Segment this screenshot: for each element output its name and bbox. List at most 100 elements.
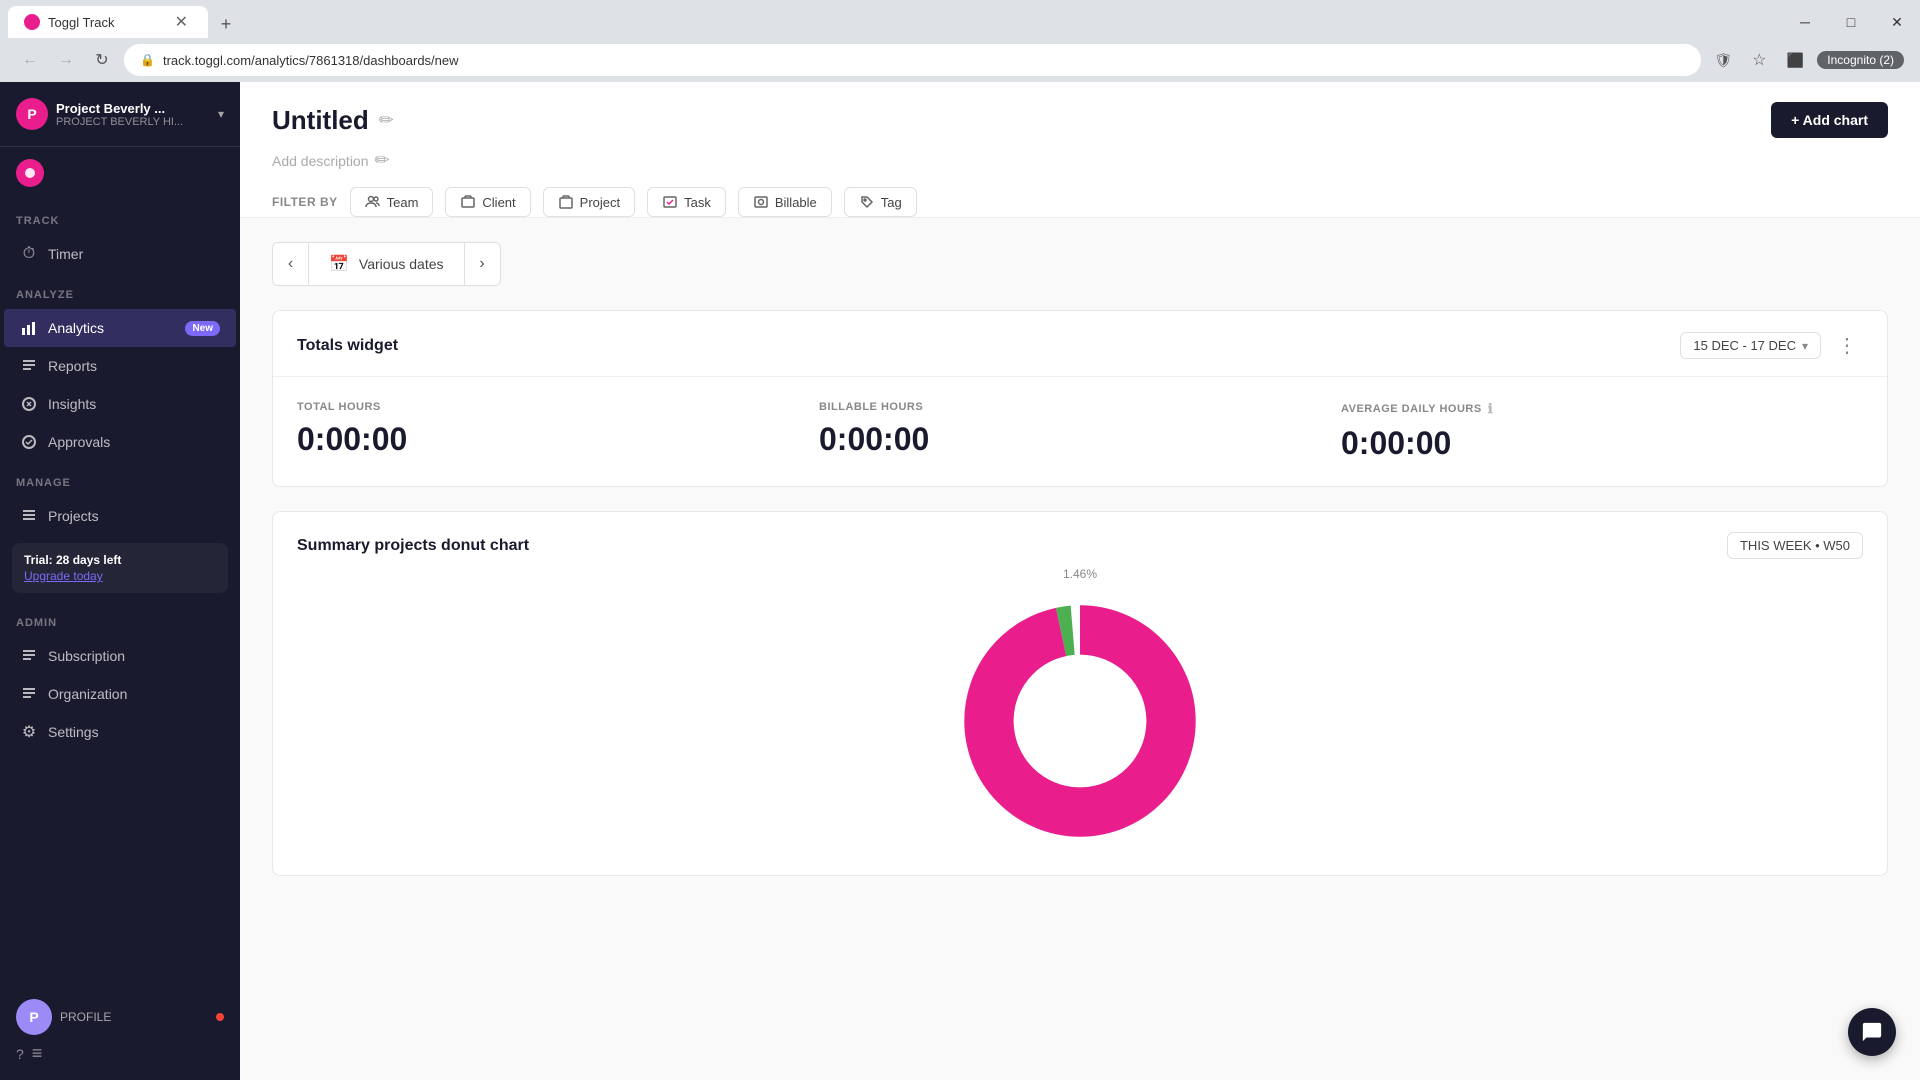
chat-widget-button[interactable] xyxy=(1848,1008,1896,1056)
tag-filter-button[interactable]: Tag xyxy=(844,187,917,217)
sidebar-item-insights[interactable]: Insights xyxy=(4,385,236,423)
date-range-bar: ‹ 📅 Various dates › xyxy=(272,242,1888,286)
collapse-icon[interactable]: ≡ xyxy=(32,1043,43,1064)
settings-icon: ⚙ xyxy=(20,723,38,741)
back-button[interactable]: ← xyxy=(16,46,44,74)
avatar[interactable]: P xyxy=(16,999,52,1035)
new-tab-button[interactable]: + xyxy=(212,10,240,38)
project-filter-label: Project xyxy=(580,195,620,210)
task-filter-button[interactable]: Task xyxy=(647,187,726,217)
totals-widget-body: TOTAL HOURS 0:00:00 BILLABLE HOURS 0:00:… xyxy=(273,377,1887,486)
window-controls: ─ □ ✕ xyxy=(1782,6,1920,38)
task-icon xyxy=(662,194,678,210)
sidebar-item-label-settings: Settings xyxy=(48,724,220,740)
tab-close-button[interactable]: ✕ xyxy=(171,10,192,34)
sidebar-item-label-insights: Insights xyxy=(48,396,220,412)
page-title-left: Untitled ✏ xyxy=(272,105,394,136)
minimize-button[interactable]: ─ xyxy=(1782,6,1828,38)
donut-widget-header: Summary projects donut chart THIS WEEK •… xyxy=(273,512,1887,575)
address-bar: ← → ↻ 🔒 track.toggl.com/analytics/786131… xyxy=(0,38,1920,82)
maximize-button[interactable]: □ xyxy=(1828,6,1874,38)
date-range-display[interactable]: 📅 Various dates xyxy=(308,242,465,286)
total-hours-value: 0:00:00 xyxy=(297,421,819,458)
billable-filter-label: Billable xyxy=(775,195,817,210)
description-text: Add description xyxy=(272,153,369,169)
workspace-sub: PROJECT BEVERLY HI... xyxy=(56,116,210,128)
active-tab[interactable]: Toggl Track ✕ xyxy=(8,6,208,38)
client-filter-button[interactable]: Client xyxy=(445,187,530,217)
billable-icon xyxy=(753,194,769,210)
forward-button[interactable]: → xyxy=(52,46,80,74)
insights-icon xyxy=(20,395,38,413)
refresh-button[interactable]: ↻ xyxy=(88,46,116,74)
sidebar-item-label-timer: Timer xyxy=(48,246,220,262)
sidebar-item-projects[interactable]: Projects xyxy=(4,497,236,535)
billable-hours-value: 0:00:00 xyxy=(819,421,1341,458)
url-text: track.toggl.com/analytics/7861318/dashbo… xyxy=(163,53,1685,68)
donut-percentage-label: 1.46% xyxy=(1063,567,1097,581)
project-filter-button[interactable]: Project xyxy=(543,187,635,217)
lock-icon: 🔒 xyxy=(140,53,155,67)
chevron-down-icon: ▾ xyxy=(218,107,224,121)
donut-widget-title: Summary projects donut chart xyxy=(297,537,529,555)
edit-title-icon[interactable]: ✏ xyxy=(379,110,394,131)
upgrade-link[interactable]: Upgrade today xyxy=(24,569,216,583)
filter-by-label: FILTER BY xyxy=(272,195,338,209)
content-area: ‹ 📅 Various dates › Totals widget 15 DEC… xyxy=(240,218,1920,1080)
sidebar-item-label-analytics: Analytics xyxy=(48,320,175,336)
client-icon xyxy=(460,194,476,210)
incognito-badge[interactable]: Incognito (2) xyxy=(1817,51,1904,69)
shield-icon[interactable]: 🛡 xyxy=(1709,46,1737,74)
billable-filter-button[interactable]: Billable xyxy=(738,187,832,217)
date-next-button[interactable]: › xyxy=(465,242,501,286)
track-section: TRACK xyxy=(0,199,240,235)
totals-more-button[interactable]: ⋮ xyxy=(1831,331,1863,360)
bookmark-icon[interactable]: ☆ xyxy=(1745,46,1773,74)
totals-widget-header: Totals widget 15 DEC - 17 DEC ▾ ⋮ xyxy=(273,311,1887,377)
sidebar-item-label-organization: Organization xyxy=(48,686,220,702)
chat-icon xyxy=(1861,1021,1883,1043)
workspace-selector[interactable]: P Project Beverly ... PROJECT BEVERLY HI… xyxy=(0,82,240,147)
sidebar-item-timer[interactable]: ⏱ Timer xyxy=(4,235,236,273)
dropdown-arrow-icon: ▾ xyxy=(1802,339,1808,353)
browser-chrome: Toggl Track ✕ + ─ □ ✕ ← → ↻ 🔒 track.togg… xyxy=(0,0,1920,82)
sidebar-item-label-subscription: Subscription xyxy=(48,648,220,664)
tab-label: Toggl Track xyxy=(48,15,163,30)
sidebar-item-label-reports: Reports xyxy=(48,358,220,374)
sidebar-item-subscription[interactable]: Subscription xyxy=(4,637,236,675)
close-button[interactable]: ✕ xyxy=(1874,6,1920,38)
team-filter-button[interactable]: Team xyxy=(350,187,434,217)
analyze-section-label: ANALYZE xyxy=(16,289,240,301)
admin-section: ADMIN xyxy=(0,601,240,637)
info-icon[interactable]: ℹ xyxy=(1488,401,1493,417)
screen-icon[interactable]: ⬛ xyxy=(1781,46,1809,74)
avg-daily-value: 0:00:00 xyxy=(1341,425,1863,462)
sidebar-item-reports[interactable]: Reports xyxy=(4,347,236,385)
app: P Project Beverly ... PROJECT BEVERLY HI… xyxy=(0,82,1920,1080)
calendar-icon: 📅 xyxy=(329,254,349,274)
date-range-label: Various dates xyxy=(359,256,444,272)
tag-filter-label: Tag xyxy=(881,195,902,210)
client-filter-label: Client xyxy=(482,195,515,210)
page-description[interactable]: Add description ✏ xyxy=(272,150,1888,171)
organization-icon xyxy=(20,685,38,703)
url-bar[interactable]: 🔒 track.toggl.com/analytics/7861318/dash… xyxy=(124,44,1701,76)
approvals-icon xyxy=(20,433,38,451)
totals-date-badge[interactable]: 15 DEC - 17 DEC ▾ xyxy=(1680,332,1821,359)
page-title: Untitled xyxy=(272,105,369,136)
help-icon[interactable]: ? xyxy=(16,1046,24,1062)
totals-date-label: 15 DEC - 17 DEC xyxy=(1693,338,1796,353)
sidebar-item-organization[interactable]: Organization xyxy=(4,675,236,713)
tab-favicon xyxy=(24,14,40,30)
sidebar-item-settings[interactable]: ⚙ Settings xyxy=(4,713,236,751)
billable-hours-metric: BILLABLE HOURS 0:00:00 xyxy=(819,401,1341,458)
analyze-section: ANALYZE xyxy=(0,273,240,309)
reports-icon xyxy=(20,357,38,375)
week-badge[interactable]: THIS WEEK • W50 xyxy=(1727,532,1863,559)
timer-icon: ⏱ xyxy=(20,245,38,263)
date-prev-button[interactable]: ‹ xyxy=(272,242,308,286)
add-chart-button[interactable]: + Add chart xyxy=(1771,102,1888,138)
sidebar-item-analytics[interactable]: Analytics New xyxy=(4,309,236,347)
edit-description-icon[interactable]: ✏ xyxy=(375,150,390,171)
sidebar-item-approvals[interactable]: Approvals xyxy=(4,423,236,461)
